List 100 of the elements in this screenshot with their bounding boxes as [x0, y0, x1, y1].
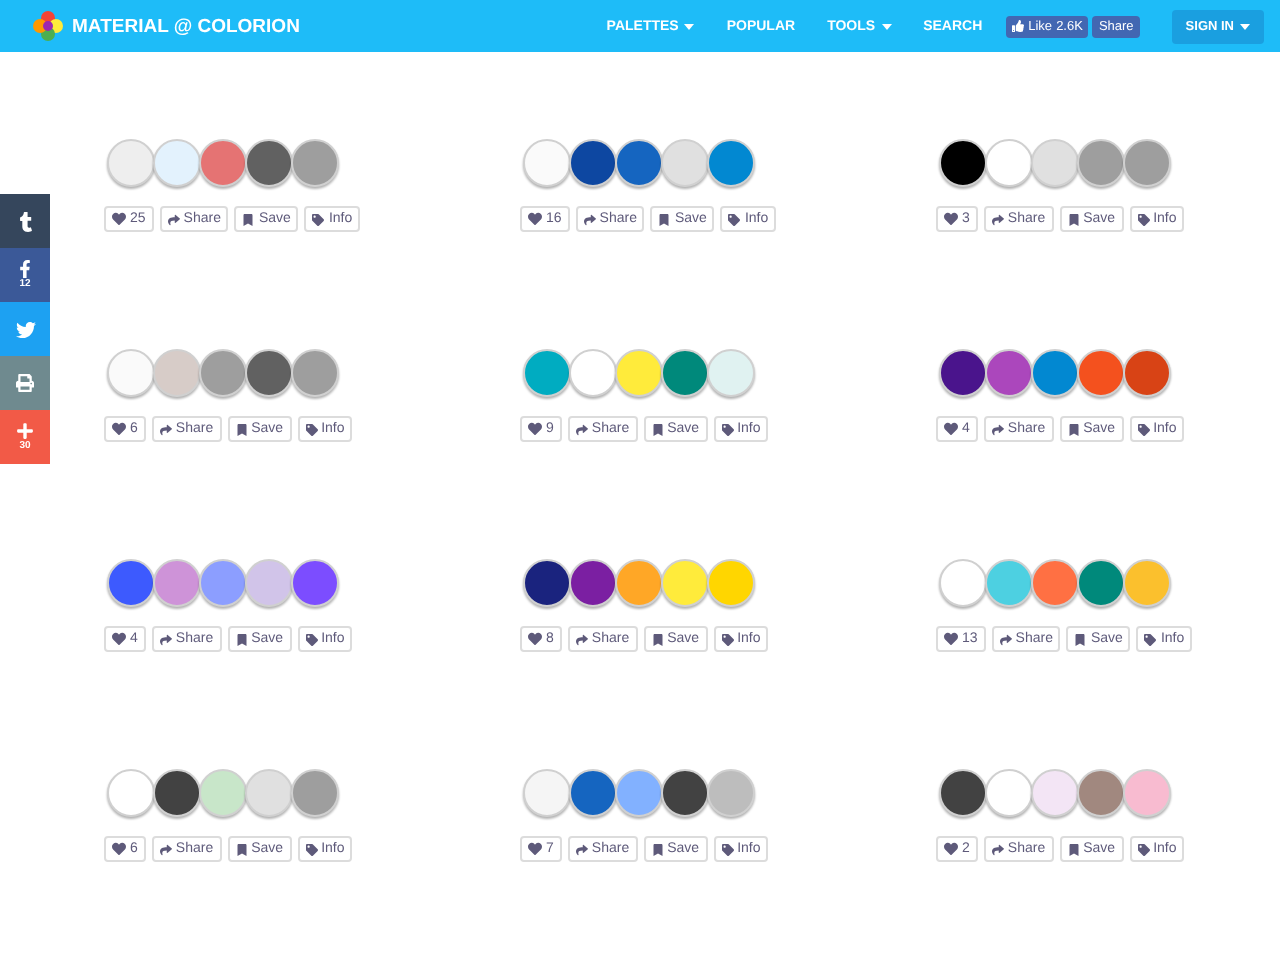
caret-icon — [1240, 23, 1250, 29]
heart-icon — [528, 422, 542, 436]
color-swatch[interactable] — [615, 139, 663, 187]
logo-icon — [32, 10, 64, 42]
bookmark-icon — [651, 423, 664, 435]
color-swatch[interactable] — [523, 349, 571, 397]
heart-icon — [528, 632, 542, 646]
bookmark-icon — [242, 213, 255, 225]
share-icon — [575, 843, 588, 855]
color-swatch[interactable] — [291, 559, 339, 607]
color-swatch[interactable] — [291, 769, 339, 817]
color-swatch[interactable] — [245, 349, 293, 397]
color-swatch[interactable] — [707, 559, 755, 607]
color-swatch[interactable] — [153, 349, 201, 397]
bookmark-icon — [651, 843, 664, 855]
color-swatch[interactable] — [1077, 349, 1125, 397]
caret-icon — [684, 23, 695, 29]
color-swatch[interactable] — [523, 769, 571, 817]
color-swatch[interactable] — [1077, 559, 1125, 607]
color-swatch[interactable] — [1031, 349, 1079, 397]
color-swatch[interactable] — [1031, 769, 1079, 817]
bookmark-icon — [651, 633, 664, 645]
color-swatch[interactable] — [107, 139, 155, 187]
color-swatch[interactable] — [107, 349, 155, 397]
color-swatch[interactable] — [939, 139, 987, 187]
color-swatch[interactable] — [661, 349, 709, 397]
bookmark-icon — [235, 633, 248, 645]
color-swatch[interactable] — [939, 559, 987, 607]
color-swatch[interactable] — [107, 559, 155, 607]
tag-icon — [721, 423, 734, 435]
color-swatch[interactable] — [661, 559, 709, 607]
color-swatch[interactable] — [985, 559, 1033, 607]
facebook-icon — [16, 260, 34, 278]
color-swatch[interactable] — [1123, 139, 1171, 187]
color-swatch[interactable] — [291, 139, 339, 187]
tag-icon — [721, 843, 734, 855]
color-swatch[interactable] — [1077, 769, 1125, 817]
site-title: MATERIAL @ COLORION — [72, 15, 300, 37]
color-swatch[interactable] — [939, 769, 987, 817]
plus-icon — [16, 422, 34, 440]
color-swatch[interactable] — [153, 559, 201, 607]
print-icon — [16, 374, 34, 392]
color-swatch[interactable] — [615, 349, 663, 397]
color-swatch[interactable] — [291, 349, 339, 397]
color-swatch[interactable] — [569, 139, 617, 187]
color-swatch[interactable] — [1077, 139, 1125, 187]
tag-icon — [728, 213, 741, 225]
bookmark-icon — [1067, 423, 1080, 435]
color-swatch[interactable] — [985, 139, 1033, 187]
color-swatch[interactable] — [985, 349, 1033, 397]
color-swatch[interactable] — [707, 139, 755, 187]
color-swatch[interactable] — [1123, 769, 1171, 817]
tag-icon — [1137, 423, 1150, 435]
color-swatch[interactable] — [661, 139, 709, 187]
color-swatch[interactable] — [615, 559, 663, 607]
heart-icon — [528, 842, 542, 856]
color-swatch[interactable] — [245, 139, 293, 187]
color-swatch[interactable] — [199, 559, 247, 607]
color-swatch[interactable] — [153, 769, 201, 817]
color-swatch[interactable] — [1123, 349, 1171, 397]
color-swatch[interactable] — [615, 769, 663, 817]
color-swatch[interactable] — [523, 139, 571, 187]
color-swatch[interactable] — [985, 769, 1033, 817]
bookmark-icon — [1067, 843, 1080, 855]
color-swatch[interactable] — [199, 769, 247, 817]
color-swatch[interactable] — [245, 559, 293, 607]
color-swatch[interactable] — [707, 349, 755, 397]
color-swatch[interactable] — [199, 139, 247, 187]
tag-icon — [1137, 843, 1150, 855]
heart-icon — [944, 422, 958, 436]
color-swatch[interactable] — [153, 139, 201, 187]
share-icon — [159, 633, 172, 645]
color-swatch[interactable] — [199, 349, 247, 397]
color-swatch[interactable] — [245, 769, 293, 817]
bookmark-icon — [235, 423, 248, 435]
share-icon — [991, 423, 1004, 435]
bookmark-icon — [658, 213, 671, 225]
share-icon — [575, 633, 588, 645]
color-swatch[interactable] — [569, 559, 617, 607]
color-swatch[interactable] — [569, 769, 617, 817]
color-swatch[interactable] — [107, 769, 155, 817]
social-share-button[interactable] — [0, 194, 50, 248]
heart-icon — [528, 212, 542, 226]
heart-icon — [112, 632, 126, 646]
share-icon — [583, 213, 596, 225]
color-swatch[interactable] — [1031, 139, 1079, 187]
heart-icon — [112, 212, 126, 226]
heart-icon — [112, 842, 126, 856]
heart-icon — [944, 632, 958, 646]
color-swatch[interactable] — [523, 559, 571, 607]
color-swatch[interactable] — [939, 349, 987, 397]
share-icon — [159, 843, 172, 855]
color-swatch[interactable] — [1031, 559, 1079, 607]
tumblr-icon — [15, 211, 35, 231]
share-icon — [575, 423, 588, 435]
color-swatch[interactable] — [661, 769, 709, 817]
color-swatch[interactable] — [707, 769, 755, 817]
color-swatch[interactable] — [1123, 559, 1171, 607]
tag-icon — [305, 423, 318, 435]
color-swatch[interactable] — [569, 349, 617, 397]
